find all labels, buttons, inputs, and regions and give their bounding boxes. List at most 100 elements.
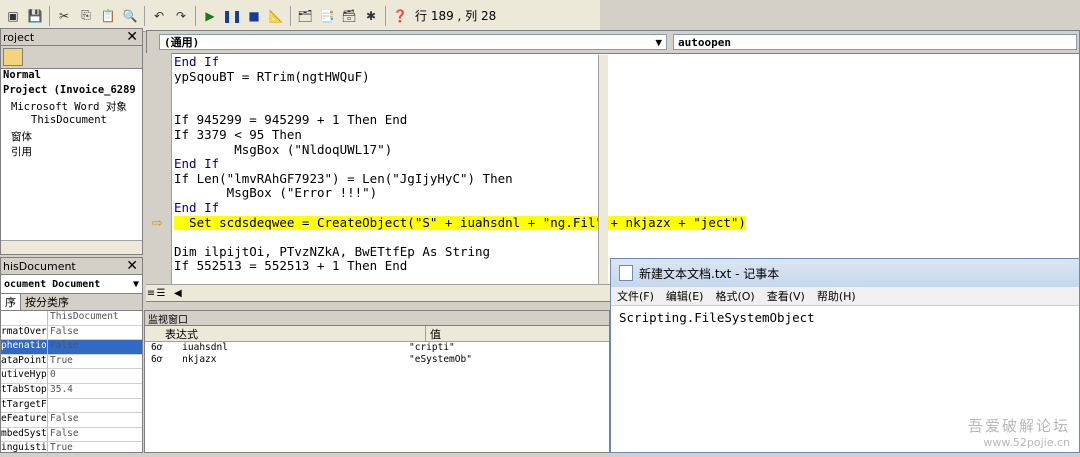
toolbar-separator — [290, 5, 291, 26]
code-line[interactable]: Set scdsdeqwee = CreateObject("S" + iuah… — [174, 215, 746, 231]
toolbar-separator — [385, 5, 386, 26]
tree-item-thisdocument[interactable]: ThisDocument — [1, 114, 142, 129]
object-combo-value: (通用) — [164, 36, 200, 49]
prop-row[interactable]: phenatio False — [1, 340, 142, 355]
prop-value[interactable]: ThisDocument — [48, 311, 142, 325]
procedure-combo[interactable]: autoopen — [673, 34, 1077, 50]
prop-row[interactable]: tTabStop 35.4 — [1, 383, 142, 399]
prop-row[interactable]: eFeature False — [1, 413, 142, 428]
prop-name — [1, 311, 48, 325]
code-line[interactable]: End If — [174, 157, 1074, 172]
notepad-titlebar[interactable]: 新建文本文档.txt - 记事本 — [611, 259, 1079, 287]
prop-value[interactable]: False — [48, 340, 142, 354]
design-mode-icon[interactable]: 📐 — [267, 7, 285, 25]
find-icon[interactable]: 🔍 — [121, 7, 139, 25]
prop-value[interactable]: True — [48, 442, 142, 456]
object-select-value: ocument Document — [4, 278, 101, 290]
project-hscrollbar[interactable] — [1, 240, 142, 254]
code-line[interactable]: If Len("lmvRAhGF7923") = Len("JgIjyHyC")… — [174, 171, 1074, 187]
prop-row[interactable]: ataPoint True — [1, 354, 142, 370]
prop-value[interactable]: False — [48, 326, 142, 340]
properties-pane: hisDocument ✕ ocument Document ▼ 序 按分类序 … — [0, 257, 143, 457]
code-line[interactable]: End If — [174, 54, 1074, 70]
code-margin[interactable] — [146, 53, 172, 285]
project-toolbar — [1, 46, 142, 69]
save-icon[interactable]: 💾 — [26, 7, 44, 25]
view-word-icon[interactable]: ▣ — [4, 7, 22, 25]
watermark-title: 吾爱破解论坛 — [967, 417, 1070, 435]
menu-file[interactable]: 文件(F) — [611, 288, 660, 304]
chevron-down-icon: ▼ — [655, 35, 662, 49]
col-value[interactable]: 值 — [426, 326, 609, 341]
reset-icon[interactable]: ■ — [245, 7, 263, 25]
module-view-icon[interactable]: ☰ — [156, 288, 166, 299]
cut-icon[interactable]: ✂ — [55, 7, 73, 25]
project-explorer-icon[interactable]: 🗂 — [296, 7, 314, 25]
object-browser-icon[interactable]: 🗃 — [340, 7, 358, 25]
code-line[interactable] — [174, 84, 1074, 99]
watch-glasses-icon: 6ơ — [151, 354, 169, 365]
prop-value[interactable]: False — [48, 428, 142, 442]
prop-value[interactable]: 0 — [48, 369, 142, 383]
object-select[interactable]: ocument Document ▼ — [1, 275, 142, 294]
properties-icon[interactable]: 📑 — [318, 7, 336, 25]
paste-icon[interactable]: 📋 — [99, 7, 117, 25]
pause-icon[interactable]: ❚❚ — [222, 7, 242, 25]
code-line[interactable]: If 3379 < 95 Then — [174, 127, 1074, 143]
procedure-view-icon[interactable]: ≡ — [146, 288, 156, 299]
tree-item-project[interactable]: Project (Invoice_6289 — [1, 84, 142, 99]
prop-value[interactable]: False — [48, 413, 142, 427]
menu-edit[interactable]: 编辑(E) — [660, 288, 710, 304]
tab-categorized[interactable]: 按分类序 — [21, 294, 73, 310]
prop-value[interactable]: 35.4 — [48, 384, 142, 398]
close-icon[interactable]: ✕ — [126, 30, 142, 44]
prop-name: tTabStop — [1, 383, 48, 398]
menu-view[interactable]: 查看(V) — [761, 288, 811, 304]
pane-title-bar: hisDocument ✕ — [1, 258, 142, 275]
tree-item-word-objects[interactable]: Microsoft Word 对象 — [1, 99, 142, 114]
prop-value[interactable] — [48, 399, 142, 413]
code-hscrollbar[interactable]: ≡ ☰ ◀ — [146, 284, 611, 301]
code-line[interactable]: MsgBox ("Error !!!") — [174, 186, 1074, 201]
toolbar-separator — [195, 5, 196, 26]
prop-row[interactable]: utiveHyp 0 — [1, 369, 142, 384]
code-editor[interactable]: End If ypSqouBT = RTrim(ngtHWQuF) If 94529… — [174, 54, 1074, 285]
run-icon[interactable]: ▶ — [201, 7, 219, 25]
prop-value[interactable]: True — [48, 355, 142, 369]
notepad-text-area[interactable]: Scripting.FileSystemObject — [611, 306, 1079, 329]
prop-row[interactable]: inguisti True — [1, 442, 142, 457]
menu-format[interactable]: 格式(O) — [709, 288, 760, 304]
code-line[interactable] — [174, 99, 1074, 114]
code-line[interactable]: ypSqouBT = RTrim(ngtHWQuF) — [174, 69, 1074, 85]
prop-row[interactable]: rmatOver False — [1, 325, 142, 341]
watermark: 吾爱破解论坛 www.52pojie.cn — [968, 415, 1070, 449]
copy-icon[interactable]: ⎘ — [77, 7, 95, 25]
tree-item-references[interactable]: 引用 — [1, 144, 142, 159]
prop-row[interactable]: tTargetF — [1, 398, 142, 414]
redo-icon[interactable]: ↷ — [172, 7, 190, 25]
code-vscrollbar[interactable] — [598, 55, 608, 285]
watch-expression-text: iuahsdnl — [182, 342, 228, 353]
prop-row[interactable]: mbedSyst False — [1, 427, 142, 443]
code-line[interactable] — [174, 230, 1074, 245]
notepad-app-icon — [619, 265, 633, 281]
scroll-left-icon[interactable]: ◀ — [174, 288, 182, 299]
prop-row[interactable]: ThisDocument — [1, 311, 142, 326]
tree-item-forms[interactable]: 窗体 — [1, 129, 142, 144]
menu-help[interactable]: 帮助(H) — [811, 288, 862, 304]
help-icon[interactable]: ❓ — [391, 7, 409, 25]
code-line[interactable]: End If — [174, 200, 1074, 216]
toggle-folders-icon[interactable] — [3, 48, 23, 66]
undo-icon[interactable]: ↶ — [150, 7, 168, 25]
code-line[interactable]: MsgBox ("NldoqUWL17") — [174, 142, 1074, 158]
toolbox-icon[interactable]: ✱ — [362, 7, 380, 25]
code-line[interactable]: If 945299 = 945299 + 1 Then End — [174, 113, 1074, 128]
object-combo[interactable]: (通用) ▼ — [159, 34, 667, 50]
col-expression[interactable]: 表达式 — [145, 326, 426, 341]
close-icon[interactable]: ✕ — [126, 259, 142, 273]
watch-row[interactable]: 6ơ iuahsdnl "cripti" — [145, 342, 609, 354]
tree-item-normal[interactable]: Normal — [1, 69, 142, 84]
tab-alphabetic[interactable]: 序 — [1, 294, 21, 310]
watch-row[interactable]: 6ơ nkjazx "eSystemOb" — [145, 354, 609, 366]
project-pane-title: roject — [3, 30, 35, 44]
